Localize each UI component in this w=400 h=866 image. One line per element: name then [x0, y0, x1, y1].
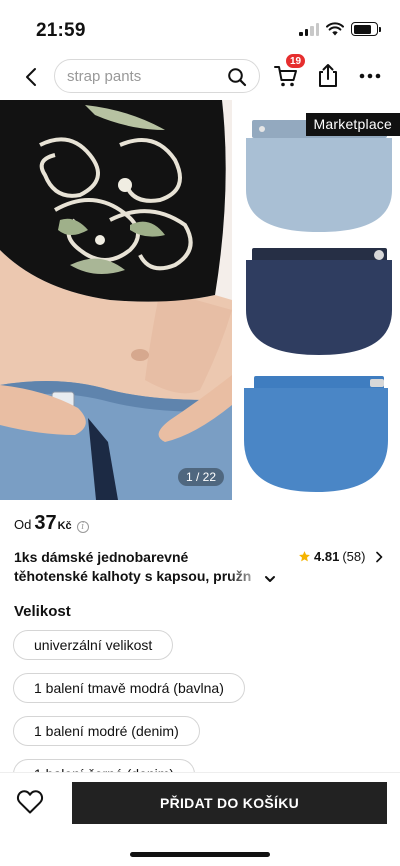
bottom-action-bar: PŘIDAT DO KOŠÍKU — [0, 772, 400, 866]
product-title[interactable]: 1ks dámské jednobarevné těhotenské kalho… — [14, 548, 278, 586]
product-title-line1: 1ks dámské jednobarevné — [14, 549, 189, 565]
cart-count-badge: 19 — [285, 53, 307, 69]
status-icons — [299, 22, 381, 36]
size-label: Velikost — [14, 603, 71, 620]
product-image-gallery[interactable]: Marketplace 1 / 22 — [0, 100, 400, 500]
product-title-line2: těhotenské kalhoty s kapsou, pružn — [14, 568, 252, 584]
chevron-left-icon — [26, 68, 36, 86]
status-bar: 21:59 — [0, 0, 400, 56]
product-photo — [0, 100, 400, 500]
price-value: 37 — [34, 512, 57, 534]
marketplace-tag: Marketplace — [305, 113, 400, 136]
image-page-counter: 1 / 22 — [178, 468, 225, 486]
price-currency: Kč — [57, 520, 72, 532]
size-option[interactable]: univerzální velikost — [13, 630, 174, 660]
status-time: 21:59 — [36, 20, 86, 41]
rating[interactable]: 4.81 (58) — [298, 549, 384, 564]
add-to-cart-button[interactable]: PŘIDAT DO KOŠÍKU — [72, 782, 387, 824]
back-button[interactable] — [16, 62, 46, 92]
info-icon[interactable]: i — [76, 521, 89, 533]
home-indicator — [130, 852, 270, 857]
heart-icon — [16, 790, 44, 814]
size-option[interactable]: 1 balení tmavě modrá (bavlna) — [13, 673, 245, 703]
search-icon[interactable] — [227, 67, 247, 87]
share-button[interactable] — [315, 62, 345, 92]
price-row: Od 37 Kč i — [14, 512, 89, 535]
more-dots-icon — [359, 73, 381, 79]
star-icon — [299, 551, 310, 562]
size-option[interactable]: 1 balení modré (denim) — [13, 716, 200, 746]
share-icon — [319, 64, 337, 87]
search-placeholder: strap pants — [67, 68, 142, 85]
search-input[interactable]: strap pants — [54, 59, 260, 93]
rating-count: (58) — [342, 549, 366, 564]
wishlist-button[interactable] — [16, 789, 46, 819]
cellular-signal-icon — [299, 22, 319, 36]
battery-icon — [351, 22, 381, 36]
wifi-icon — [326, 22, 344, 36]
rating-score: 4.81 — [314, 549, 340, 564]
price-prefix: Od — [14, 517, 32, 532]
chevron-right-icon — [376, 551, 383, 562]
top-nav: strap pants 19 — [0, 53, 400, 98]
more-button[interactable] — [357, 62, 387, 92]
